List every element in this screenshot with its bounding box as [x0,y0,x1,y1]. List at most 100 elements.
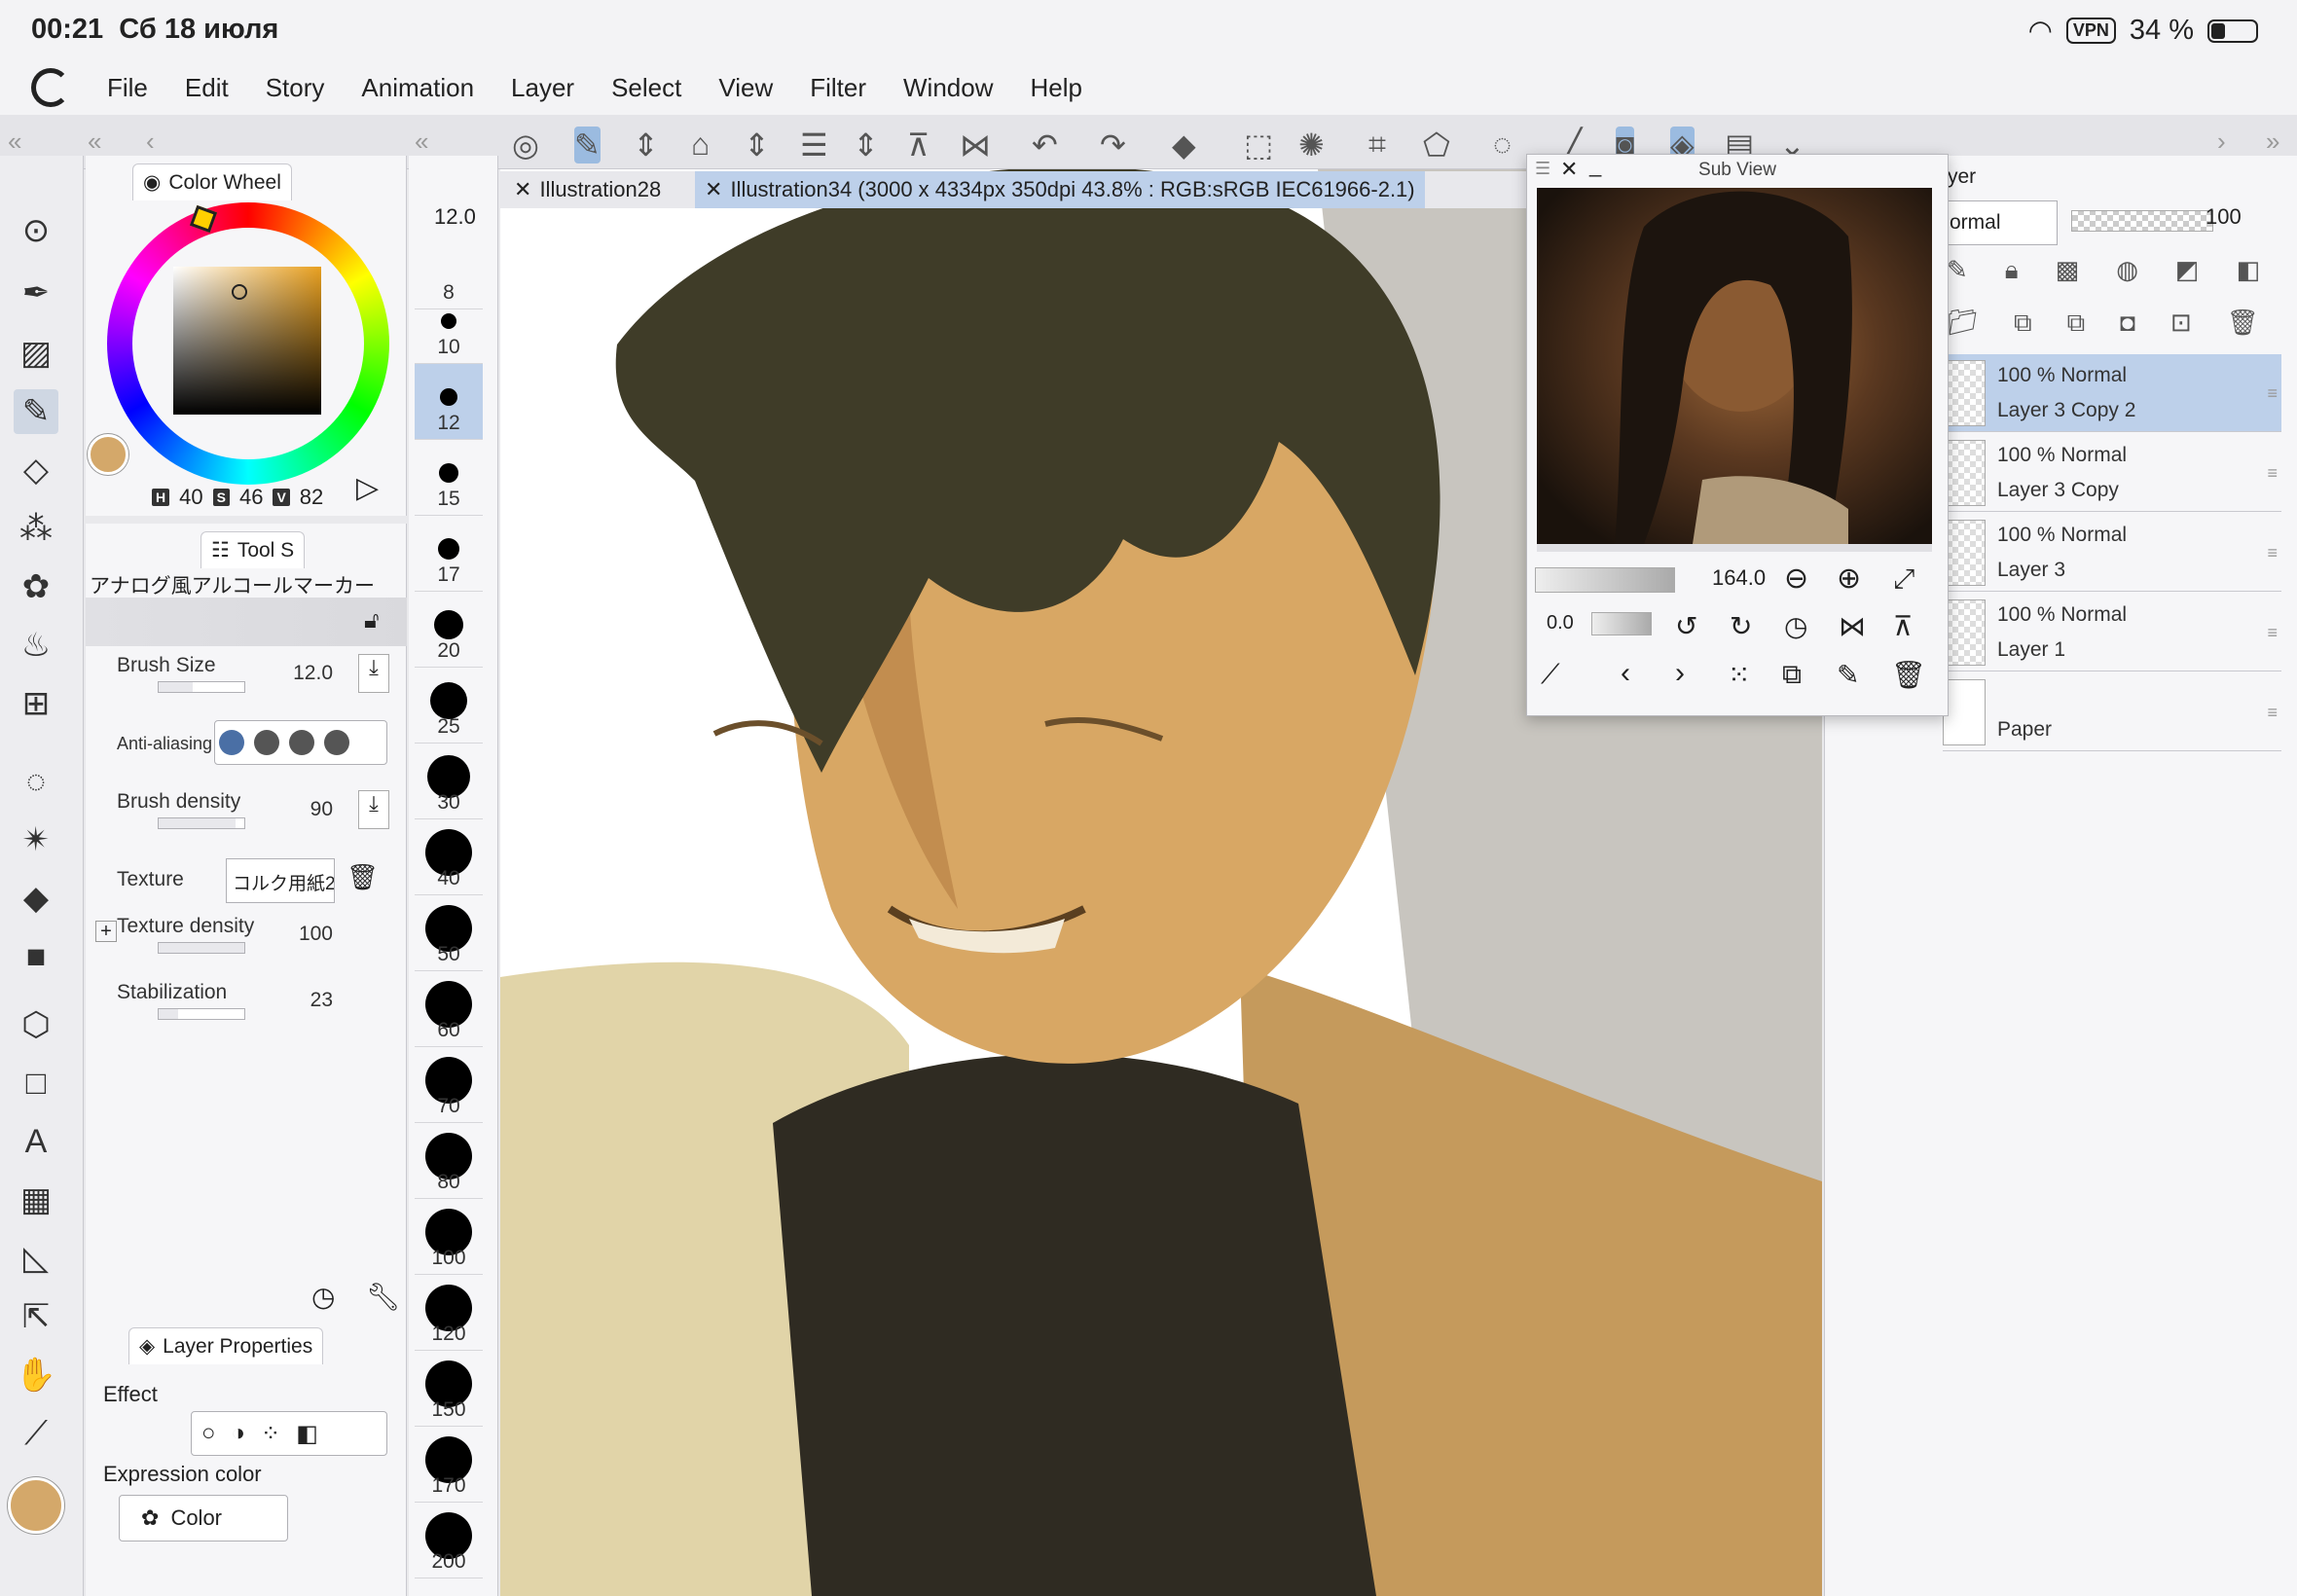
layer-color-icon[interactable]: ◧ [296,1420,318,1448]
brush-size-option[interactable]: 80 [415,1123,483,1199]
new-folder-icon[interactable]: 📁︎ [1947,308,1979,339]
brush-size-current[interactable]: 12.0 [434,204,476,230]
horizontal-scrollbar[interactable] [1537,544,1932,552]
ruler-icon[interactable]: ◺ [14,1236,58,1281]
chevron-updown-icon[interactable]: ⇕ [633,127,659,163]
pen-icon[interactable]: ✒ [14,271,58,315]
tone-effect-icon[interactable]: ◑ [232,1420,246,1447]
grid-icon[interactable]: ⊞ [14,681,58,726]
fill-tool-icon[interactable]: ◆ [14,876,58,921]
aa-weak-option[interactable] [254,730,279,755]
menu-window[interactable]: Window [903,73,993,103]
trash-icon[interactable]: 🗑︎ [1891,659,1926,691]
doc-tab-inactive[interactable]: ✕ Illustration28 [504,171,671,208]
zoom-slider[interactable] [1535,567,1675,593]
blend-icon[interactable]: ♨ [14,623,58,668]
opacity-slider[interactable] [2071,210,2213,232]
drag-handle-icon[interactable]: ≡ [2267,383,2278,404]
brush-size-option[interactable]: 200 [415,1503,483,1578]
menu-layer[interactable]: Layer [511,73,574,103]
expression-color-select[interactable]: ✿ Color [119,1495,288,1542]
halftone-icon[interactable]: ⁘ [261,1420,280,1448]
deselect-icon[interactable]: ✺ [1298,127,1325,163]
merge-icon[interactable]: ⊡ [2170,308,2192,339]
flip-horizontal-icon[interactable]: ⋈ [960,127,991,163]
close-icon[interactable]: ✕ [705,177,722,202]
drag-handle-icon[interactable]: ≡ [2267,623,2278,643]
menu-help[interactable]: Help [1031,73,1082,103]
texture-field[interactable]: コルク用紙2 [226,858,335,903]
menu-story[interactable]: Story [266,73,325,103]
collapse-right-icon[interactable]: » [2266,127,2279,157]
layer-row[interactable]: 100 % Normal Layer 3 ≡ [1943,514,2281,592]
drag-handle-icon[interactable]: ≡ [2267,703,2278,723]
reset-rotation-icon[interactable]: ◷ [1784,610,1807,642]
frame-icon[interactable]: ▦ [14,1178,58,1222]
download-icon[interactable]: ⤓ [358,790,389,829]
free-transform-icon[interactable]: ⬠ [1423,127,1450,163]
lock-icon[interactable]: 🔒︎ [2005,255,2019,286]
brush-size-option[interactable]: 150 [415,1351,483,1427]
brush-size-option[interactable]: 25 [415,668,483,744]
undo-icon[interactable]: ↶ [1032,127,1058,163]
flip-horizontal-icon[interactable]: ⋈ [1839,610,1866,642]
zoom-out-icon[interactable]: ⊖ [1784,562,1808,596]
collapse-left-icon[interactable]: « [8,127,21,157]
effect-selector[interactable]: ○ ◑ ⁘ ◧ [191,1411,387,1456]
3d-icon[interactable]: ⬡ [14,1002,58,1047]
brush-size-slider[interactable] [158,681,245,693]
menu-edit[interactable]: Edit [185,73,229,103]
color-wheel-tab[interactable]: ◉ Color Wheel [132,163,292,200]
brush-size-option[interactable]: 30 [415,744,483,819]
rotate-left-icon[interactable]: ↺ [1675,610,1697,642]
menu-view[interactable]: View [718,73,773,103]
mask-icon[interactable]: ◘ [2120,308,2135,339]
layer-row[interactable]: Paper ≡ [1943,673,2281,751]
rotation-value[interactable]: 0.0 [1547,612,1574,635]
menu-icon[interactable]: ☰ [800,127,828,163]
eyedropper-icon[interactable]: ⟋ [1541,659,1560,691]
aa-none-option[interactable] [219,730,244,755]
current-color-swatch[interactable] [88,434,128,475]
magic-wand-icon[interactable]: ✴ [14,817,58,862]
chevron-left-icon[interactable]: ‹ [1621,657,1630,690]
chevron-updown-icon[interactable]: ⇕ [744,127,770,163]
collapse-left-icon[interactable]: « [415,127,428,157]
sv-cursor[interactable] [232,284,247,300]
grid-view-icon[interactable]: ⁙ [1728,659,1750,691]
transform-icon[interactable]: ⌗ [1368,127,1386,163]
flip-vertical-icon[interactable]: ⊼ [1893,610,1914,642]
flip-vertical-icon[interactable]: ⊼ [907,127,930,163]
brush-size-option[interactable]: 120 [415,1275,483,1351]
layer-panel-tab[interactable]: yer [1948,165,1976,189]
select-all-icon[interactable]: ⬚ [1244,127,1273,163]
chevron-left-icon[interactable]: ‹ [146,127,155,157]
text-icon[interactable]: A [14,1119,58,1164]
brush-size-option[interactable]: 10 [415,288,483,364]
blend-mode-select[interactable]: ormal [1943,200,2058,245]
download-icon[interactable]: ⤓ [358,654,389,693]
sub-tool-icon[interactable]: ⊙ [14,208,58,253]
layer-row[interactable]: 100 % Normal Layer 3 Copy ≡ [1943,434,2281,512]
border-effect-icon[interactable]: ○ [201,1420,216,1447]
hand-icon[interactable]: ✋ [14,1353,58,1397]
brush-density-value[interactable]: 90 [282,798,333,821]
collapse-left-icon[interactable]: « [88,127,101,157]
pen-tool-icon[interactable]: ✎ [574,127,601,163]
eraser-icon[interactable]: ⌂ [691,127,710,163]
drag-handle-icon[interactable]: ≡ [2267,463,2278,484]
trash-icon[interactable]: 🗑︎ [346,862,379,892]
brush-density-slider[interactable] [158,817,245,829]
brush-size-option[interactable]: 50 [415,895,483,971]
saturation-value-square[interactable] [173,267,321,415]
object-select-icon[interactable]: ⇱ [14,1294,58,1339]
chevron-updown-icon[interactable]: ⇕ [853,127,879,163]
brush-size-option[interactable]: 20 [415,592,483,668]
new-layer-icon[interactable]: ⧉ [2014,308,2032,339]
lock-icon[interactable]: 🔓︎ [364,607,380,635]
rotate-right-icon[interactable]: ↻ [1730,610,1752,642]
layer-properties-tab[interactable]: ◈ Layer Properties [128,1327,324,1364]
draft-layer-icon[interactable]: ◩ [2175,255,2200,286]
layer-row[interactable]: 100 % Normal Layer 1 ≡ [1943,594,2281,671]
zoom-in-icon[interactable]: ⊕ [1837,562,1861,596]
